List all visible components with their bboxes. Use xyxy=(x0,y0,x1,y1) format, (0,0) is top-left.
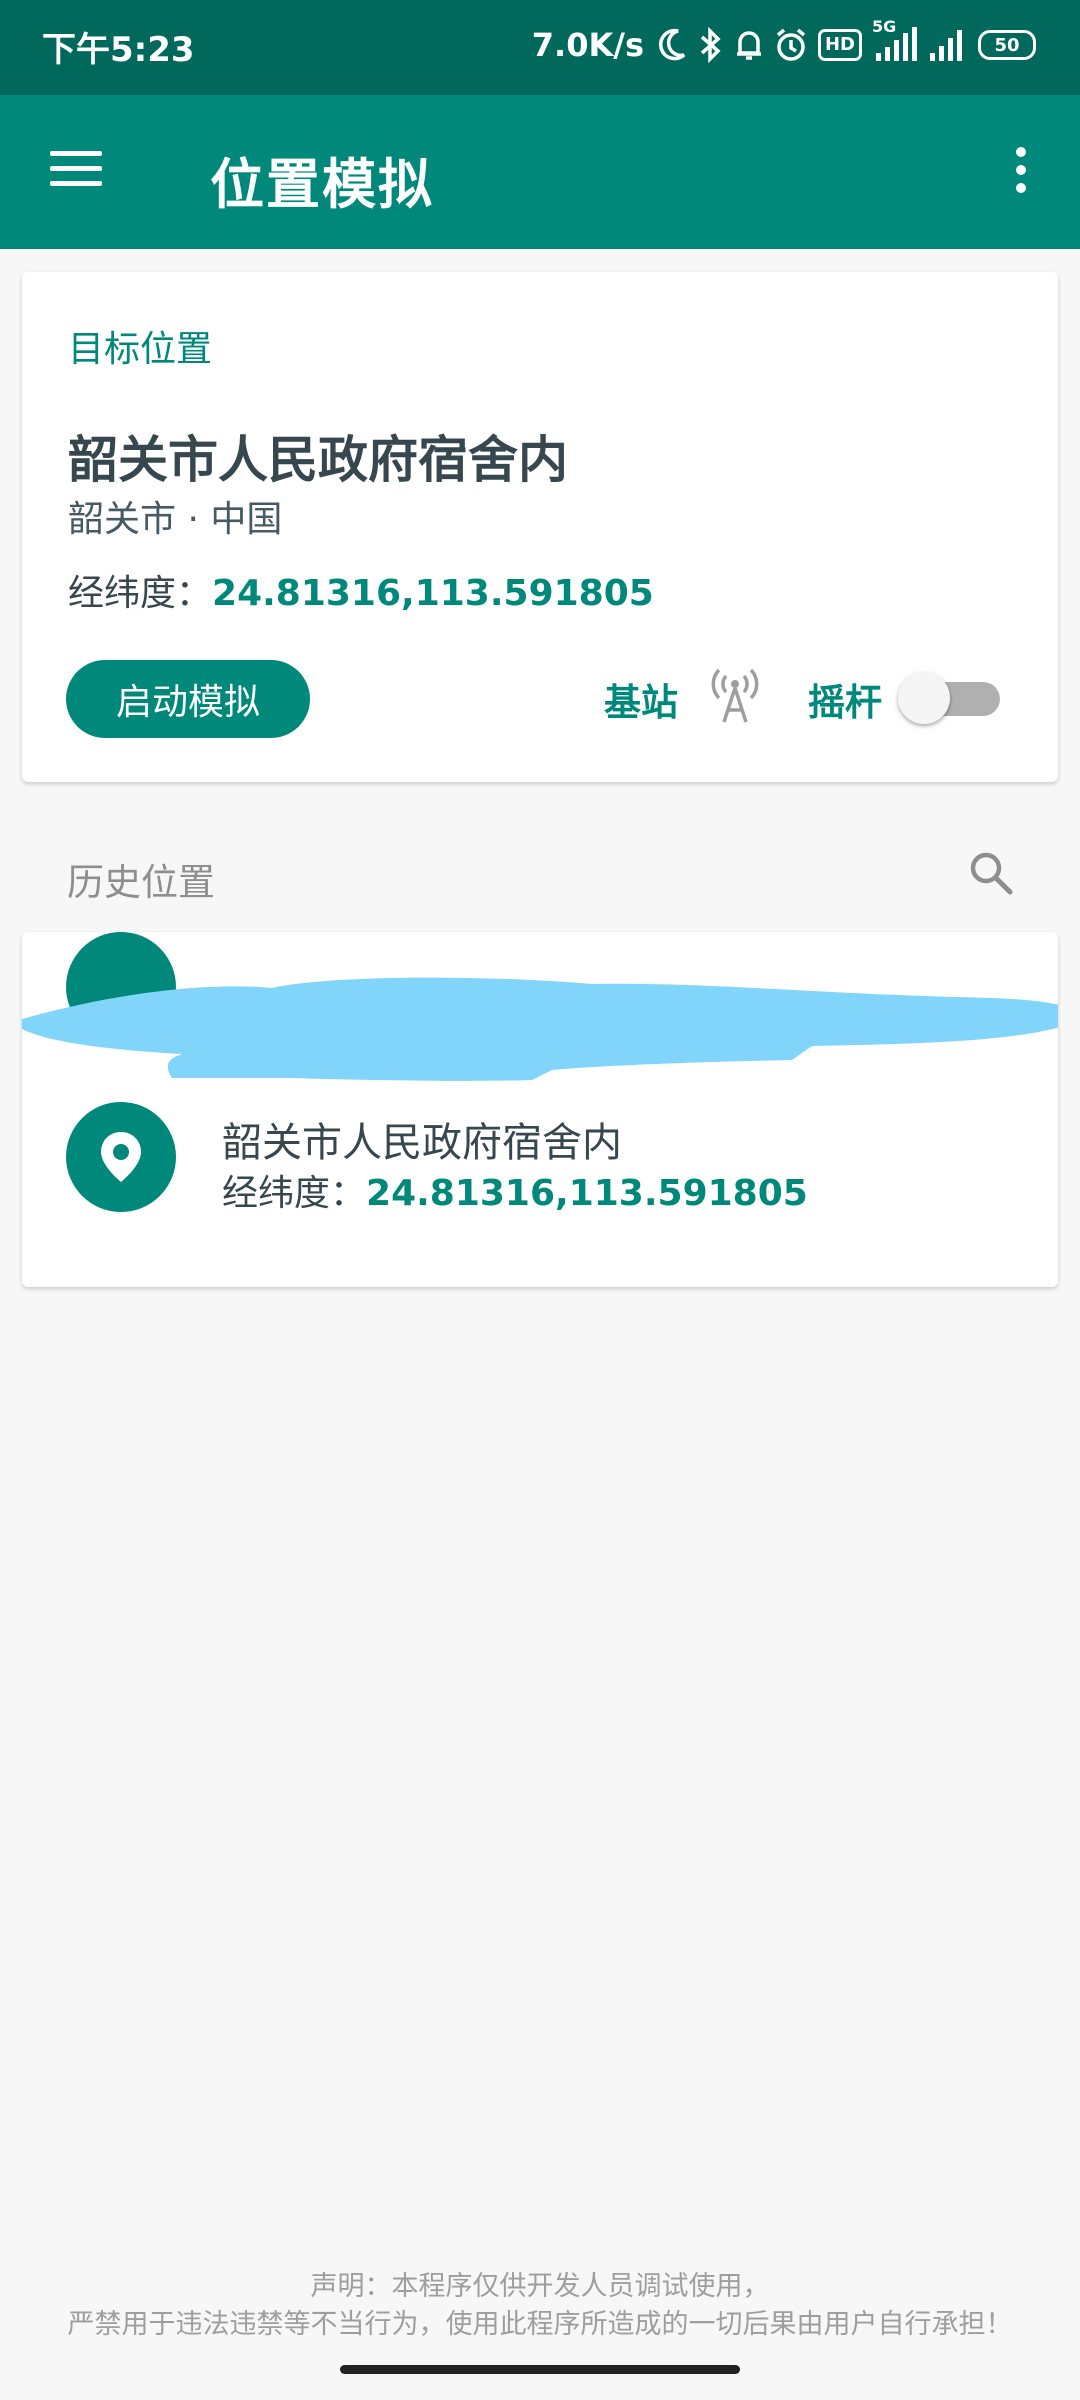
more-vert-icon[interactable] xyxy=(1016,147,1028,197)
network-type: 5G xyxy=(872,17,897,36)
status-time: 下午5:23 xyxy=(42,30,195,70)
page-title: 位置模拟 xyxy=(210,153,434,216)
history-item-name: 韶关市人民政府宿舍内 xyxy=(222,1120,622,1166)
history-list: 韶关市人民政府宿舍内 经纬度：24.81316,113.591805 xyxy=(22,932,1058,1287)
base-station-label[interactable]: 基站 xyxy=(604,672,678,726)
network-speed: 7.0K/s xyxy=(531,26,644,64)
redaction-scribble xyxy=(22,977,1058,1081)
location-pin-icon xyxy=(66,1102,176,1212)
history-section-title: 历史位置 xyxy=(67,861,215,904)
coord-label: 经纬度： xyxy=(222,1173,367,1214)
target-coordinates: 经纬度：24.81316,113.591805 xyxy=(68,564,654,616)
app-bar: 位置模拟 xyxy=(0,95,1080,249)
bell-icon xyxy=(734,25,764,65)
cell-tower-icon[interactable] xyxy=(710,668,760,724)
history-item-coordinates: 经纬度：24.81316,113.591805 xyxy=(222,1164,808,1216)
disclaimer: 声明：本程序仅供开发人员调试使用， 严禁用于违法违禁等不当行为，使用此程序所造成… xyxy=(0,2268,1080,2344)
disclaimer-line-1: 声明：本程序仅供开发人员调试使用， xyxy=(310,2271,770,2302)
target-city-country: 韶关市 · 中国 xyxy=(68,499,283,540)
status-bar: 下午5:23 7.0K/s HD 5G 50 xyxy=(0,0,1080,95)
toggle-knob xyxy=(898,672,950,724)
target-location-card: 目标位置 韶关市人民政府宿舍内 韶关市 · 中国 经纬度：24.81316,11… xyxy=(22,272,1058,782)
search-icon[interactable] xyxy=(966,848,1016,898)
hd-icon: HD xyxy=(817,29,862,61)
gesture-nav-bar[interactable] xyxy=(340,2365,740,2374)
battery-icon: 50 xyxy=(978,30,1036,60)
signal-icon xyxy=(928,25,968,65)
start-simulation-button[interactable]: 启动模拟 xyxy=(66,660,310,738)
coord-value: 24.81316,113.591805 xyxy=(366,1173,808,1214)
signal-icon: 5G xyxy=(872,17,918,65)
target-place-name: 韶关市人民政府宿舍内 xyxy=(68,431,568,489)
coord-label: 经纬度： xyxy=(68,573,213,614)
joystick-label: 摇杆 xyxy=(808,681,882,724)
disclaimer-line-2: 严禁用于违法违禁等不当行为，使用此程序所造成的一切后果由用户自行承担！ xyxy=(67,2309,1013,2340)
alarm-icon xyxy=(774,25,808,65)
bluetooth-icon xyxy=(698,25,724,65)
status-icons: 7.0K/s HD 5G 50 xyxy=(531,17,1036,70)
joystick-toggle[interactable] xyxy=(896,670,1006,726)
history-item[interactable]: 韶关市人民政府宿舍内 经纬度：24.81316,113.591805 xyxy=(22,1102,1058,1272)
menu-icon[interactable] xyxy=(50,151,102,191)
target-section-label: 目标位置 xyxy=(68,329,213,370)
coord-value: 24.81316,113.591805 xyxy=(212,573,654,614)
moon-icon xyxy=(658,25,688,65)
